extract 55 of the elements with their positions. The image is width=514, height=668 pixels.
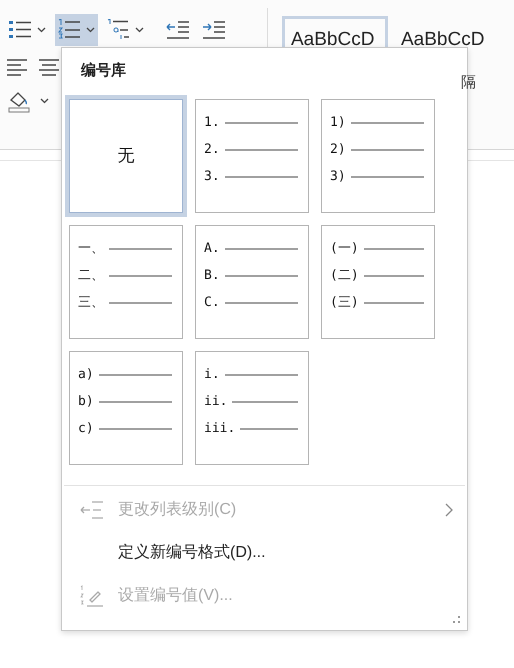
caret-icon xyxy=(86,27,95,33)
list-marker: 三、 xyxy=(78,294,104,312)
list-marker: B. xyxy=(204,266,220,285)
placeholder-line xyxy=(364,274,424,276)
numbered-list-icon xyxy=(58,19,80,41)
align-center-icon[interactable] xyxy=(38,58,60,76)
numbering-format-tile[interactable]: 1) 2) 3) xyxy=(321,99,435,213)
list-marker: 3) xyxy=(330,168,346,186)
list-marker: 2) xyxy=(330,140,346,159)
align-left-icon[interactable] xyxy=(6,58,28,76)
bulleted-list-icon xyxy=(9,20,31,40)
style-name: 隔 xyxy=(461,73,476,93)
list-marker: b) xyxy=(78,392,94,411)
caret-icon xyxy=(135,27,144,33)
placeholder-line xyxy=(109,274,172,276)
list-marker: 3. xyxy=(204,168,220,186)
placeholder-line xyxy=(364,248,424,250)
resize-grip-icon[interactable] xyxy=(453,616,461,624)
list-marker: A. xyxy=(204,240,220,258)
placeholder-line xyxy=(232,400,298,402)
numbering-format-tile[interactable]: 一、 二、 三、 xyxy=(69,225,183,339)
list-marker: (三) xyxy=(330,294,359,312)
list-marker: a) xyxy=(78,366,94,384)
numbering-format-tile[interactable]: (一) (二) (三) xyxy=(321,225,435,339)
placeholder-line xyxy=(109,302,172,304)
list-marker: 1. xyxy=(204,114,220,132)
increase-indent-icon[interactable] xyxy=(202,20,226,40)
numbering-button[interactable] xyxy=(55,14,98,46)
placeholder-line xyxy=(240,428,298,430)
list-marker: 一、 xyxy=(78,240,104,258)
numbering-pencil-icon xyxy=(80,584,104,606)
caret-icon xyxy=(37,27,46,33)
caret-icon xyxy=(40,98,49,104)
library-heading: 编号库 xyxy=(81,61,126,81)
menu-item[interactable]: 定义新编号格式(D)... xyxy=(62,531,467,574)
numbering-format-tile[interactable]: a) b) c) xyxy=(69,351,183,465)
list-marker: 1) xyxy=(330,114,346,132)
placeholder-line xyxy=(109,248,172,250)
list-level-icon xyxy=(80,500,104,520)
list-marker: iii. xyxy=(204,420,236,438)
multilevel-list-icon xyxy=(107,19,129,41)
list-marker: (一) xyxy=(330,240,359,258)
placeholder-line xyxy=(364,302,424,304)
list-marker: C. xyxy=(204,294,220,312)
list-marker: (二) xyxy=(330,266,359,285)
list-marker: c) xyxy=(78,420,94,438)
list-marker: ii. xyxy=(204,392,228,411)
numbering-format-tile[interactable]: 1. 2. 3. xyxy=(195,99,309,213)
list-marker: i. xyxy=(204,366,220,384)
numbering-format-tile[interactable]: A. B. C. xyxy=(195,225,309,339)
list-marker: 二、 xyxy=(78,266,104,285)
list-marker: 2. xyxy=(204,140,220,159)
decrease-indent-icon[interactable] xyxy=(166,20,190,40)
none-label: 无 xyxy=(118,145,134,168)
numbering-format-tile[interactable]: i. ii. iii. xyxy=(195,351,309,465)
